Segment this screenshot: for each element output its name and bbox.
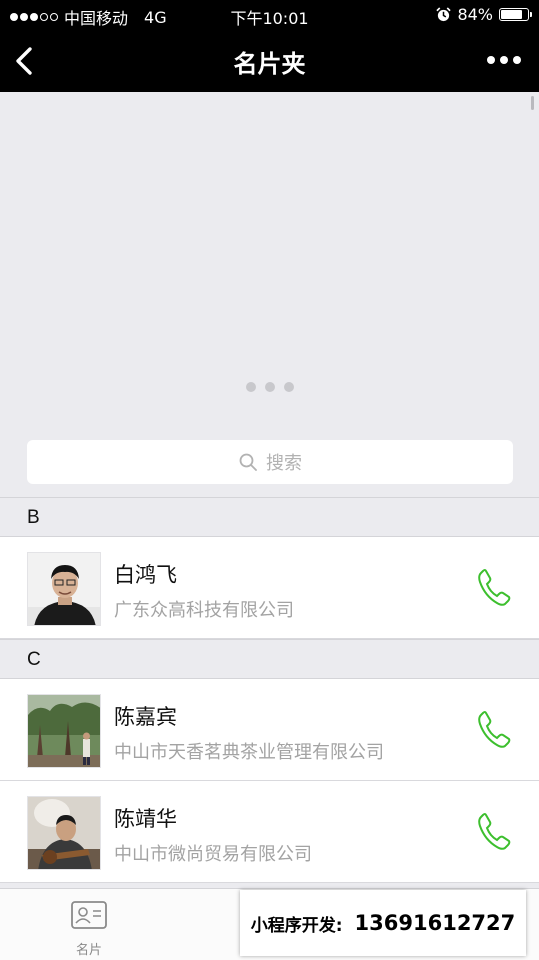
status-bar: 中国移动 4G 下午10:01 84% [0, 0, 539, 30]
avatar [27, 552, 101, 626]
promo-label: 小程序开发: [250, 915, 343, 936]
contact-name: 白鸿飞 [114, 563, 177, 587]
phone-icon[interactable] [477, 812, 511, 850]
screen: 中国移动 4G 下午10:01 84% 名片夹 搜索 B 白鸿飞 广东众高科技有… [0, 0, 539, 960]
contact-row[interactable]: 白鸿飞 广东众高科技有限公司 [0, 537, 539, 639]
battery-percent: 84% [457, 5, 493, 24]
search-input[interactable]: 搜索 [27, 440, 513, 484]
contact-company: 中山市天香茗典茶业管理有限公司 [114, 742, 384, 763]
nav-bar: 名片夹 [0, 30, 539, 92]
section-header-c: C [0, 639, 539, 679]
more-dots-icon[interactable] [487, 56, 521, 64]
contact-name: 陈嘉宾 [114, 705, 177, 729]
search-placeholder: 搜索 [266, 453, 302, 474]
loading-dots-icon [0, 382, 539, 392]
contact-row[interactable]: 陈靖华 中山市微尚贸易有限公司 [0, 781, 539, 883]
phone-icon[interactable] [477, 710, 511, 748]
search-icon [239, 453, 257, 471]
scroll-indicator[interactable] [531, 96, 534, 110]
promo-phone: 13691612727 [354, 911, 516, 935]
contact-list: B 白鸿飞 广东众高科技有限公司 C 陈嘉宾 中山市天香茗典茶业管理有限公司 陈… [0, 497, 539, 883]
section-header-b: B [0, 497, 539, 537]
battery-icon [499, 8, 532, 21]
tab-cards[interactable]: 名片 [59, 901, 119, 958]
page-title: 名片夹 [233, 50, 306, 78]
contact-name: 陈靖华 [114, 807, 177, 831]
status-right: 84% [436, 5, 532, 24]
tab-cards-label: 名片 [75, 943, 102, 958]
contact-company: 广东众高科技有限公司 [114, 600, 294, 621]
avatar [27, 796, 101, 870]
contact-company: 中山市微尚贸易有限公司 [114, 844, 312, 865]
promo-banner: 小程序开发: 13691612727 [240, 890, 526, 956]
business-card-icon [71, 901, 107, 929]
avatar [27, 694, 101, 768]
contact-row[interactable]: 陈嘉宾 中山市天香茗典茶业管理有限公司 [0, 679, 539, 781]
banner-area [0, 92, 539, 432]
alarm-icon [436, 7, 452, 22]
phone-icon[interactable] [477, 568, 511, 606]
